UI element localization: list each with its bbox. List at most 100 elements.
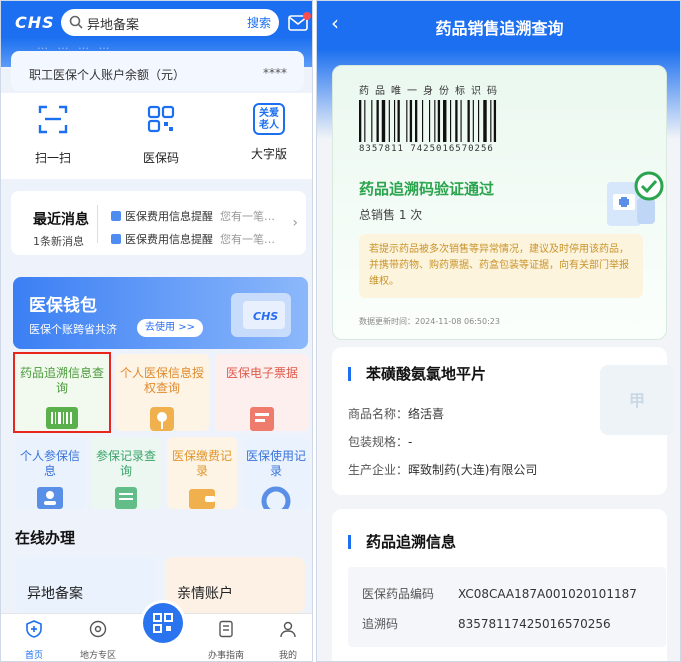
notification-badge xyxy=(303,12,311,20)
warning-notice: 若提示药品被多次销售等异常情况，建议及时停用该药品，并携带药物、购药票据、药盒包… xyxy=(359,234,643,298)
barcode-bar xyxy=(483,100,487,142)
message-icon xyxy=(111,211,121,221)
local-zone-icon xyxy=(89,620,107,638)
barcode-bar xyxy=(490,100,492,142)
news-title: 最近消息 xyxy=(33,212,89,228)
search-placeholder: 异地备案 xyxy=(87,18,140,33)
tab-home[interactable]: 首页 xyxy=(9,620,59,661)
barcode-bar xyxy=(381,100,386,142)
service-label: 医保缴费记录 xyxy=(171,449,232,478)
barcode-bar xyxy=(422,100,424,142)
online-card-label: 异地备案 xyxy=(27,586,83,602)
barcode-bar xyxy=(429,100,431,142)
field-key: 生产企业： xyxy=(348,463,409,477)
service-label: 个人医保信息授权查询 xyxy=(119,366,204,395)
service-payment-records[interactable]: 医保缴费记录 xyxy=(167,437,237,509)
barcode-bar xyxy=(376,100,379,142)
quick-action-large-font[interactable]: 关爱老人 大字版 xyxy=(229,103,309,162)
service-insured-info[interactable]: 个人参保信息 xyxy=(15,437,85,509)
verification-status: 药品追溯码验证通过 xyxy=(359,180,495,198)
chevron-right-icon: › xyxy=(292,215,298,231)
online-remote-filing[interactable]: 异地备案 xyxy=(15,557,155,613)
drug-info-card: 苯磺酸氨氯地平片 商品名称：络活喜 包装规格：- 生产企业：晖致制药(大连)有限… xyxy=(332,347,674,495)
medical-wallet-banner[interactable]: 医保钱包 医保个账跨省共济 去使用 >> CHS xyxy=(13,277,308,349)
news-count: 1条新消息 xyxy=(33,235,84,248)
wallet-icon xyxy=(189,489,215,509)
trace-table: 医保药品编码 XC08CAA187A001020101187 追溯码 8357811… xyxy=(348,567,666,647)
news-item[interactable]: 医保费用信息提醒 您有一笔… xyxy=(111,231,275,247)
tab-label: 办事指南 xyxy=(207,651,244,661)
barcode-bar xyxy=(455,100,458,142)
search-input[interactable]: 异地备案 搜索 xyxy=(61,9,279,36)
id-card-icon xyxy=(37,487,63,509)
trace-row: 追溯码 83578117425016570256 xyxy=(362,615,611,632)
quick-action-medical-code[interactable]: 医保码 xyxy=(121,103,201,166)
field-value: - xyxy=(408,435,413,449)
wallet-use-button[interactable]: 去使用 >> xyxy=(137,319,203,337)
barcode-bar xyxy=(409,100,413,142)
service-insurance-records[interactable]: 参保记录查询 xyxy=(91,437,161,509)
tab-guide[interactable]: 办事指南 xyxy=(201,620,251,661)
barcode-bar xyxy=(394,100,396,142)
quick-action-label: 大字版 xyxy=(250,147,287,161)
field-key: 包装规格： xyxy=(348,435,409,449)
service-label: 参保记录查询 xyxy=(95,449,156,478)
barcode-bar xyxy=(364,100,366,142)
news-item-label: 医保费用信息提醒 xyxy=(125,233,213,246)
page-title: 药品销售追溯查询 xyxy=(435,19,564,38)
scan-code-fab[interactable] xyxy=(143,603,183,643)
drug-field-row: 包装规格：- xyxy=(348,433,412,450)
quick-action-scan[interactable]: 扫一扫 xyxy=(13,103,93,166)
barcode-bar xyxy=(472,100,474,142)
barcode-bar xyxy=(406,100,408,142)
barcode-bar xyxy=(397,100,400,142)
section-marker xyxy=(348,367,351,381)
home-shield-icon xyxy=(26,620,42,638)
drug-trace-screen: ‹ 药品销售追溯查询 药品唯一身份标识码 8357811 74250165702… xyxy=(316,0,681,662)
service-authorization[interactable]: 个人医保信息授权查询 xyxy=(115,354,209,431)
qr-code-icon xyxy=(147,105,175,133)
barcode-bar xyxy=(388,100,390,142)
online-family-account[interactable]: 亲情账户 xyxy=(165,557,305,613)
news-item-label: 医保费用信息提醒 xyxy=(125,210,213,223)
tab-profile[interactable]: 我的 xyxy=(263,620,312,661)
guide-icon xyxy=(219,620,233,638)
barcode-bar xyxy=(460,100,462,142)
service-label: 医保使用记录 xyxy=(245,449,306,478)
key-icon xyxy=(150,407,174,431)
trace-value: 83578117425016570256 xyxy=(458,617,611,631)
barcode-bar xyxy=(359,100,362,142)
drug-image-char: 甲 xyxy=(628,391,645,410)
tab-local-zone[interactable]: 地方专区 xyxy=(73,620,123,661)
divider xyxy=(97,205,98,243)
service-label: 医保电子票据 xyxy=(225,366,298,380)
recent-messages-card[interactable]: 最近消息 1条新消息 医保费用信息提醒 您有一笔… 医保费用信息提醒 您有一笔…… xyxy=(11,191,306,255)
news-item[interactable]: 医保费用信息提醒 您有一笔… xyxy=(111,208,275,224)
service-e-receipt[interactable]: 医保电子票据 xyxy=(215,354,309,431)
news-item-preview: 您有一笔… xyxy=(220,210,275,223)
pie-chart-icon xyxy=(261,486,291,509)
drug-field-row: 生产企业：晖致制药(大连)有限公司 xyxy=(348,461,537,478)
elder-care-icon: 关爱老人 xyxy=(253,103,285,135)
barcode-title: 药品唯一身份标识码 xyxy=(359,86,503,97)
search-button[interactable]: 搜索 xyxy=(247,14,271,31)
tab-label: 首页 xyxy=(24,651,43,661)
account-balance-label: 职工医保个人账户余额（元） xyxy=(29,68,186,82)
drug-image-placeholder: 甲 xyxy=(600,365,674,435)
barcode-bar xyxy=(478,100,480,142)
barcode-bar xyxy=(493,100,497,142)
account-balance-card[interactable]: … … … … 职工医保个人账户余额（元） **** xyxy=(11,39,304,91)
account-cut-row: … … … … xyxy=(37,39,113,52)
barcode-bar xyxy=(450,100,452,142)
profile-icon xyxy=(280,621,296,638)
barcode-number: 8357811 7425016570256 xyxy=(359,144,494,154)
account-balance-value: **** xyxy=(263,66,287,80)
online-card-label: 亲情账户 xyxy=(177,586,233,602)
search-icon xyxy=(69,15,83,29)
barcode-bar xyxy=(443,100,447,142)
service-usage-records[interactable]: 医保使用记录 xyxy=(243,437,309,509)
scan-icon xyxy=(38,105,68,134)
verification-card: 药品唯一身份标识码 8357811 7425016570256 药品追溯码验证通… xyxy=(332,65,667,340)
message-icon xyxy=(111,234,121,244)
trace-header: ‹ 药品销售追溯查询 xyxy=(317,1,680,49)
